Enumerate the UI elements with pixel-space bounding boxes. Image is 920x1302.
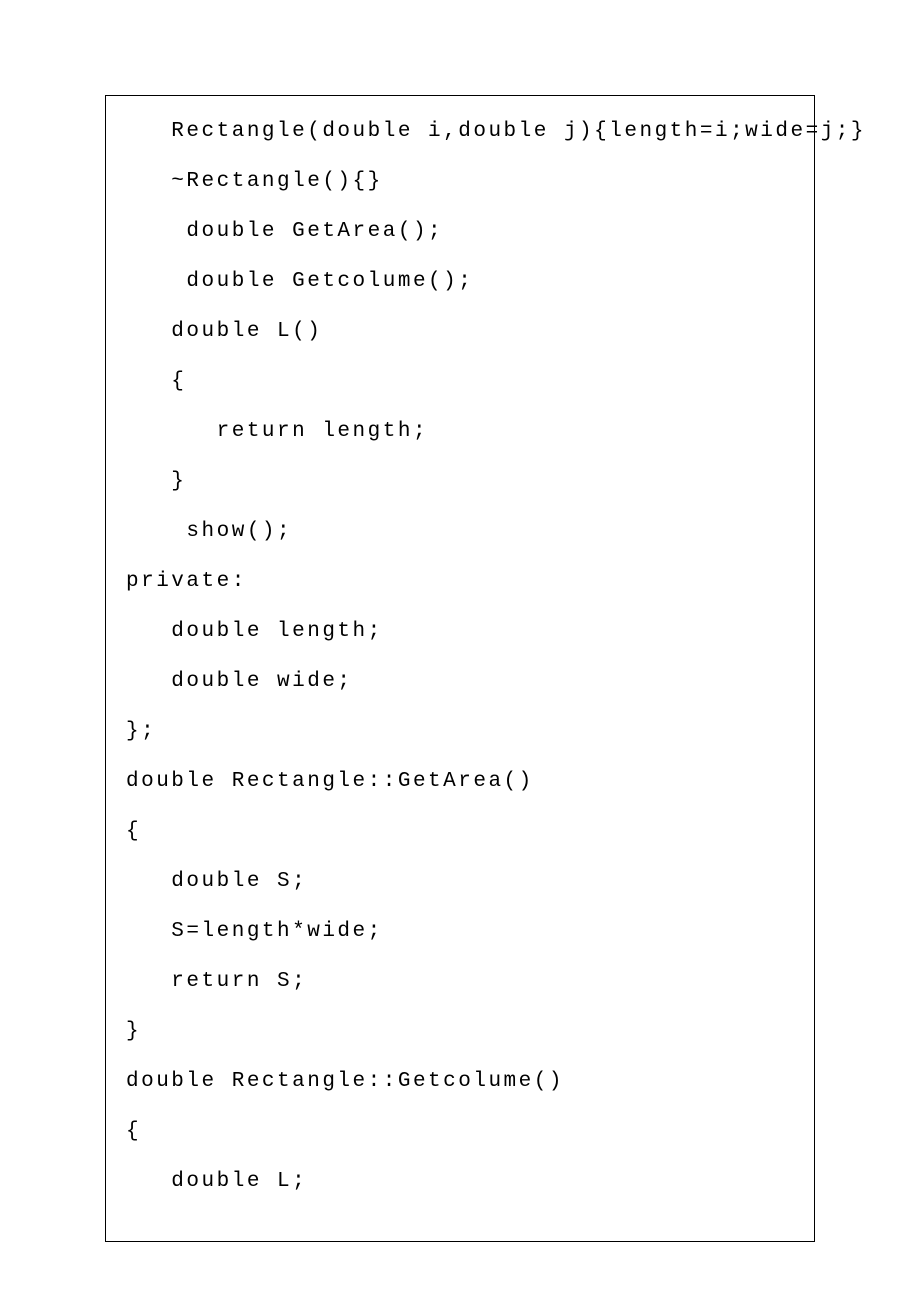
code-line: };	[126, 721, 794, 742]
code-line: private:	[126, 571, 794, 592]
code-line: }	[126, 471, 794, 492]
code-line: double L;	[126, 1171, 794, 1192]
code-line: ~Rectangle(){}	[126, 171, 794, 192]
code-line: S=length*wide;	[126, 921, 794, 942]
code-line: double wide;	[126, 671, 794, 692]
code-line: double S;	[126, 871, 794, 892]
code-line: double GetArea();	[126, 221, 794, 242]
code-line: }	[126, 1021, 794, 1042]
code-line: {	[126, 1121, 794, 1142]
code-container: Rectangle(double i,double j){length=i;wi…	[105, 95, 815, 1242]
code-line: double Rectangle::GetArea()	[126, 771, 794, 792]
code-line: {	[126, 371, 794, 392]
code-line: double length;	[126, 621, 794, 642]
code-line: double Rectangle::Getcolume()	[126, 1071, 794, 1092]
code-line: double Getcolume();	[126, 271, 794, 292]
code-line: return length;	[126, 421, 794, 442]
code-line: double L()	[126, 321, 794, 342]
code-line: return S;	[126, 971, 794, 992]
code-line: show();	[126, 521, 794, 542]
code-line: {	[126, 821, 794, 842]
code-line: Rectangle(double i,double j){length=i;wi…	[126, 121, 794, 142]
